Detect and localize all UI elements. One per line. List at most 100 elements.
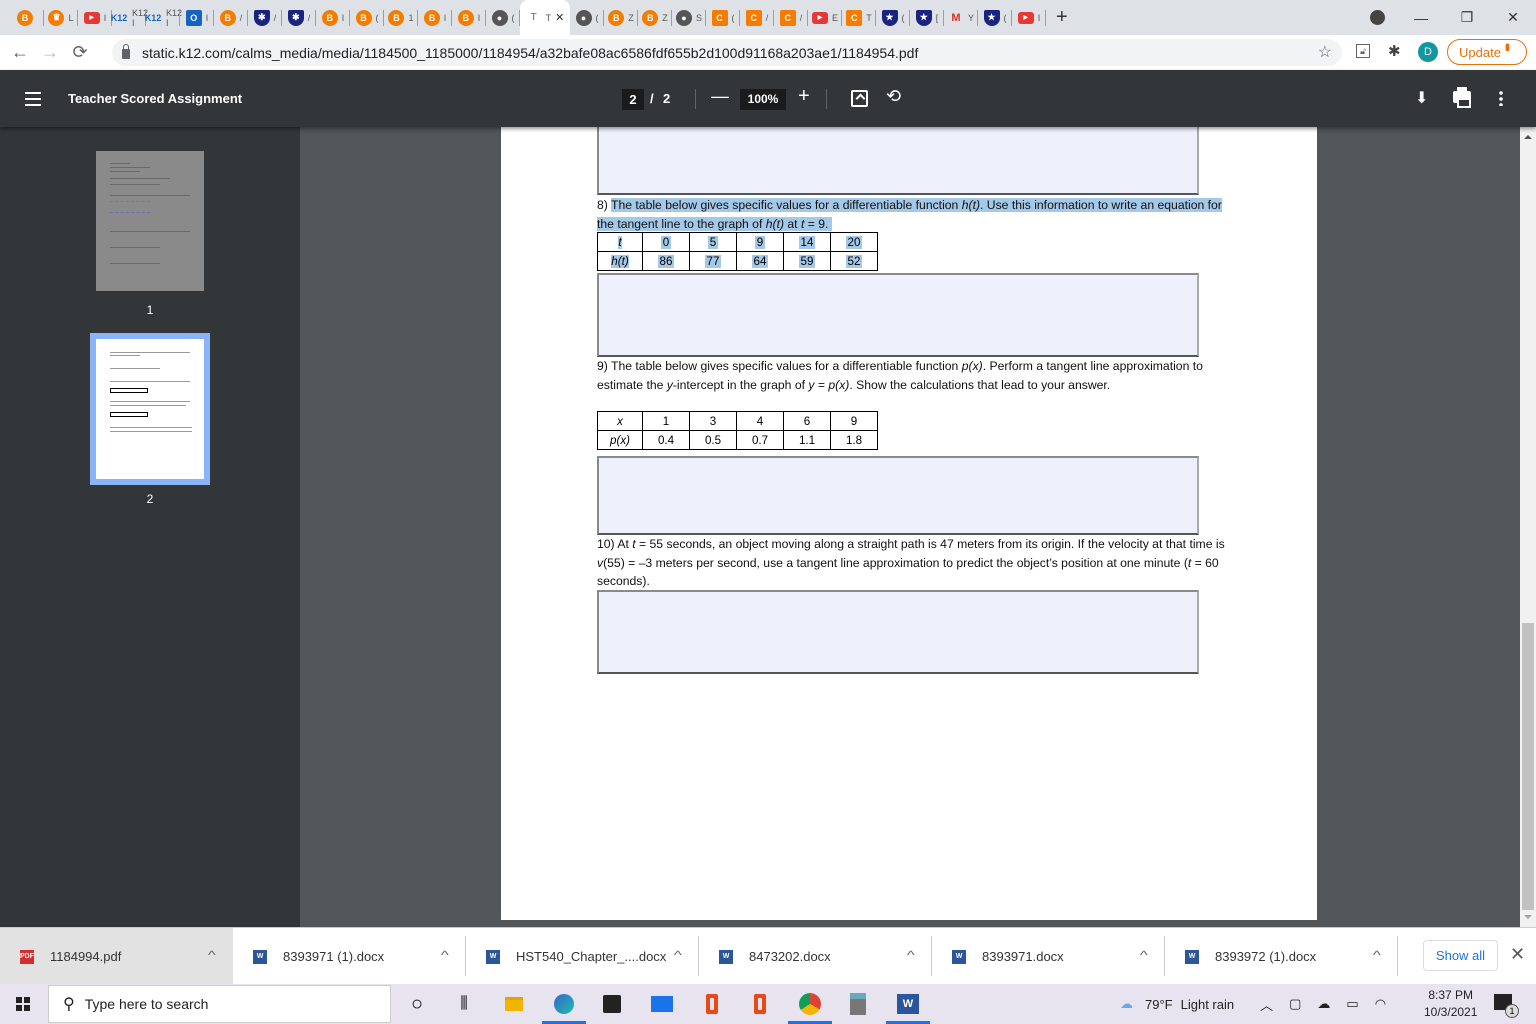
- chevron-up-icon[interactable]: ^: [1373, 948, 1381, 962]
- close-tab-icon[interactable]: ✕: [555, 11, 564, 24]
- file-explorer-icon[interactable]: [505, 997, 523, 1011]
- show-hidden-icons-chevron-icon[interactable]: ︿: [1260, 995, 1273, 1014]
- tab[interactable]: ▶ I: [78, 0, 112, 35]
- mail-icon[interactable]: [651, 996, 673, 1012]
- restore-button[interactable]: ❐: [1444, 9, 1490, 26]
- bookmark-star-icon[interactable]: ☆: [1318, 42, 1332, 62]
- page-number-input[interactable]: 2: [622, 89, 644, 110]
- page-thumbnail-1[interactable]: [96, 151, 204, 291]
- extension-lock-icon[interactable]: 🔓︎: [1356, 44, 1370, 58]
- chevron-up-icon[interactable]: ^: [907, 948, 915, 962]
- tab[interactable]: ★[: [910, 0, 944, 35]
- tab[interactable]: C /: [740, 0, 774, 35]
- cortana-icon[interactable]: ○: [405, 992, 429, 1016]
- tab[interactable]: B(: [350, 0, 384, 35]
- download-item[interactable]: W 8393971.docx ^: [932, 928, 1165, 985]
- weather-desc[interactable]: Light rain: [1181, 997, 1234, 1012]
- office-icon[interactable]: [706, 994, 718, 1014]
- tab[interactable]: K12 K12 I: [145, 0, 182, 35]
- tab[interactable]: K12 K12 I: [111, 0, 148, 35]
- wifi-icon[interactable]: ◠: [1375, 996, 1386, 1012]
- tab[interactable]: ●(: [570, 0, 604, 35]
- tab[interactable]: ▶ E: [808, 0, 842, 35]
- task-view-icon[interactable]: ⫼: [452, 992, 476, 1016]
- battery-icon[interactable]: ▭: [1346, 996, 1358, 1012]
- minimize-button[interactable]: —: [1398, 10, 1444, 26]
- reload-button[interactable]: ⟳: [65, 42, 95, 63]
- zoom-level-input[interactable]: 100%: [740, 89, 786, 110]
- menu-icon[interactable]: [25, 92, 41, 106]
- tab-search-button[interactable]: [1370, 10, 1385, 25]
- chevron-up-icon[interactable]: ^: [208, 948, 216, 962]
- more-actions-icon[interactable]: [1499, 90, 1503, 106]
- download-item[interactable]: W HST540_Chapter_....docx ^: [466, 928, 699, 985]
- taskbar-search-input[interactable]: ⚲ Type here to search: [48, 985, 391, 1023]
- tab[interactable]: OI: [180, 0, 214, 35]
- windows-start-icon[interactable]: [16, 997, 30, 1011]
- download-icon[interactable]: ⬇: [1415, 88, 1428, 108]
- tab[interactable]: B1: [384, 0, 418, 35]
- download-item[interactable]: W 8393972 (1).docx ^: [1165, 928, 1398, 985]
- fit-to-page-icon[interactable]: [851, 90, 868, 107]
- tab[interactable]: MY: [944, 0, 978, 35]
- store-icon[interactable]: [603, 995, 621, 1013]
- tab[interactable]: ▶ I: [1012, 0, 1046, 35]
- meet-now-icon[interactable]: ▢: [1289, 996, 1301, 1012]
- tab[interactable]: ♛ L: [44, 0, 78, 35]
- download-item[interactable]: W 8473202.docx ^: [699, 928, 932, 985]
- chevron-up-icon[interactable]: ^: [441, 948, 449, 962]
- download-item[interactable]: W 8393971 (1).docx ^: [233, 928, 466, 985]
- tab[interactable]: ★(: [876, 0, 910, 35]
- tab[interactable]: BI: [452, 0, 486, 35]
- tab[interactable]: CT: [842, 0, 876, 35]
- office-icon[interactable]: [754, 994, 766, 1014]
- rotate-icon[interactable]: ⟲: [886, 86, 901, 107]
- onedrive-icon[interactable]: ☁: [1317, 996, 1330, 1012]
- url-input[interactable]: static.k12.com/calms_media/media/1184500…: [112, 39, 1342, 66]
- tab[interactable]: B /: [214, 0, 248, 35]
- tab[interactable]: ✱ /: [248, 0, 282, 35]
- tab[interactable]: BI: [316, 0, 350, 35]
- edge-icon[interactable]: [554, 994, 574, 1014]
- tab[interactable]: BZ: [638, 0, 672, 35]
- new-tab-button[interactable]: +: [1056, 6, 1068, 29]
- clock[interactable]: 8:37 PM 10/3/2021: [1424, 987, 1477, 1021]
- answer-box-7[interactable]: [597, 127, 1199, 195]
- weather-temp[interactable]: 79°F: [1145, 997, 1173, 1012]
- url-text[interactable]: static.k12.com/calms_media/media/1184500…: [142, 45, 918, 61]
- scroll-up-arrow-icon[interactable]: [1524, 131, 1532, 139]
- answer-box-9[interactable]: [597, 456, 1199, 535]
- tab-active[interactable]: T T ✕: [520, 0, 570, 35]
- tab[interactable]: BZ: [604, 0, 638, 35]
- tab[interactable]: Bl: [418, 0, 452, 35]
- tab[interactable]: C(: [706, 0, 740, 35]
- tab[interactable]: B: [10, 0, 44, 35]
- page-thumbnail-2[interactable]: [90, 333, 210, 485]
- zoom-out-button[interactable]: —: [711, 86, 729, 107]
- extensions-puzzle-icon[interactable]: ✱: [1388, 42, 1401, 60]
- pdf-viewer[interactable]: 8) The table below gives specific values…: [300, 127, 1520, 927]
- tab[interactable]: ✱ /: [282, 0, 316, 35]
- chevron-up-icon[interactable]: ^: [1140, 948, 1148, 962]
- word-icon[interactable]: W: [897, 994, 919, 1014]
- tab[interactable]: C /: [774, 0, 808, 35]
- weather-icon[interactable]: ☁: [1120, 996, 1133, 1012]
- zoom-in-button[interactable]: +: [798, 85, 810, 108]
- back-button[interactable]: ←: [5, 42, 35, 63]
- close-downloads-bar-icon[interactable]: ✕: [1510, 944, 1525, 965]
- close-window-button[interactable]: ✕: [1490, 9, 1536, 26]
- scroll-down-arrow-icon[interactable]: [1524, 915, 1532, 923]
- update-button[interactable]: Update •••: [1447, 39, 1527, 65]
- tab[interactable]: ● S: [672, 0, 706, 35]
- download-item[interactable]: PDF 1184994.pdf ^: [0, 928, 233, 985]
- tab[interactable]: ●(: [486, 0, 520, 35]
- tab[interactable]: ★(: [978, 0, 1012, 35]
- forward-button[interactable]: →: [35, 42, 65, 63]
- answer-box-10[interactable]: [597, 590, 1199, 674]
- calculator-icon[interactable]: [850, 993, 866, 1015]
- scrollbar-thumb[interactable]: [1522, 623, 1534, 910]
- chevron-up-icon[interactable]: ^: [674, 948, 682, 962]
- answer-box-8[interactable]: [597, 273, 1199, 357]
- show-all-downloads-button[interactable]: Show all: [1423, 940, 1498, 971]
- chrome-icon[interactable]: [799, 993, 821, 1015]
